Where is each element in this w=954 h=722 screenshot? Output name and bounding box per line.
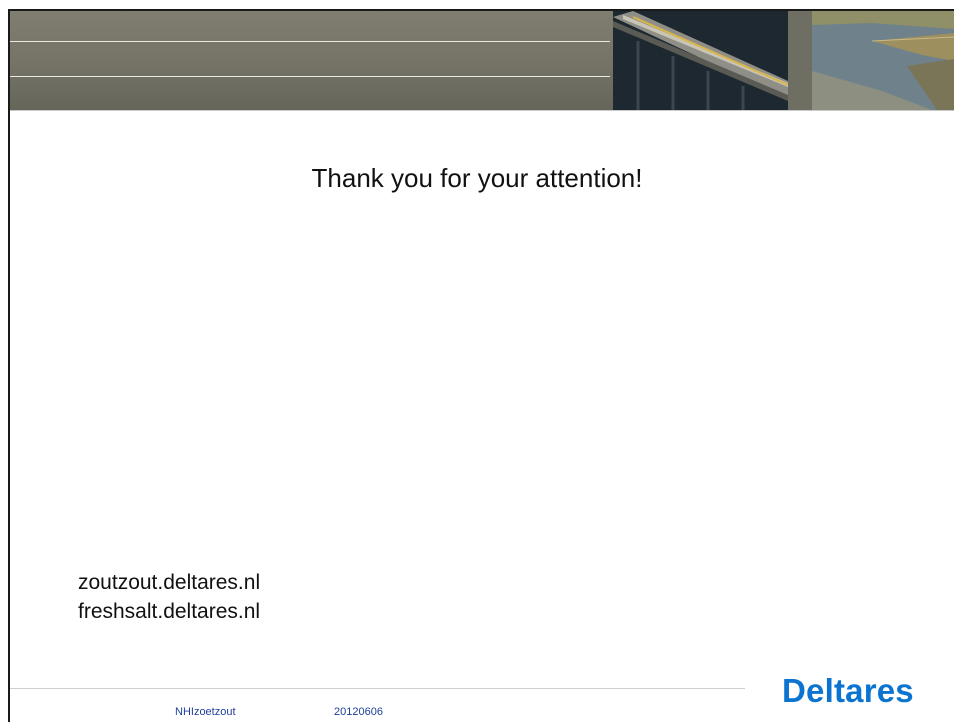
link-zoutzout[interactable]: zoutzout.deltares.nl (78, 568, 260, 597)
deltares-logo: Deltares (782, 672, 914, 709)
header-banner (10, 11, 954, 110)
river-aerial-photo (812, 11, 954, 110)
footer-date: 20120606 (334, 706, 383, 718)
banner-line (10, 76, 610, 77)
footer-project-label: NHIzoetzout (175, 706, 236, 718)
banner-line (10, 41, 610, 42)
footer-rule (10, 688, 745, 689)
link-list: zoutzout.deltares.nl freshsalt.deltares.… (78, 568, 260, 626)
banner-underline (10, 110, 954, 111)
link-freshsalt[interactable]: freshsalt.deltares.nl (78, 597, 260, 626)
slide: Thank you for your attention! zoutzout.d… (0, 0, 954, 722)
bridge-photo (613, 11, 788, 110)
slide-frame-left (8, 9, 10, 722)
river-aerial-photo-graphic (812, 11, 954, 110)
bridge-photo-graphic (613, 11, 788, 110)
slide-title: Thank you for your attention! (311, 163, 643, 193)
banner-photo-gap (788, 11, 812, 110)
